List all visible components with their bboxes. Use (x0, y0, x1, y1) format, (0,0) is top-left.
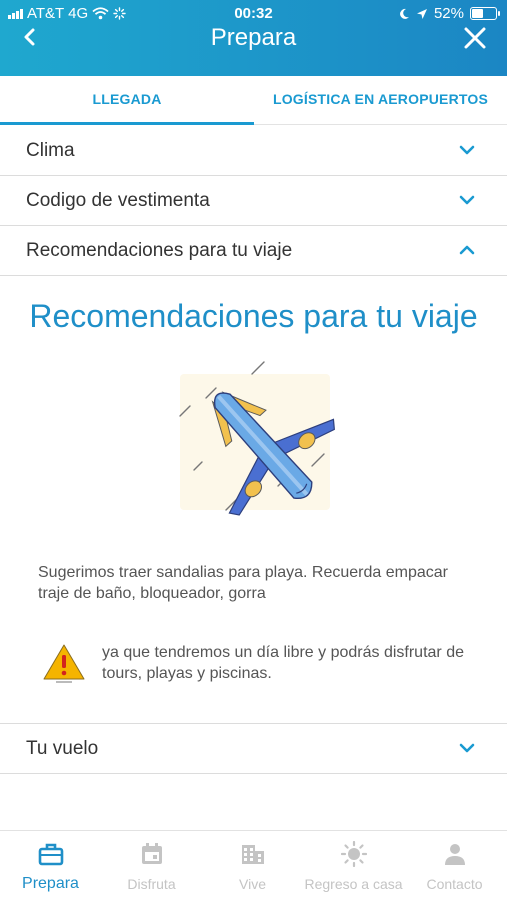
nav-label: Contacto (426, 876, 483, 892)
app-header: AT&T 4G 00:32 52% Prepara (0, 0, 507, 76)
accordion-clima[interactable]: Clima (0, 126, 507, 176)
recommendation-text: Sugerimos traer sandalias para playa. Re… (38, 564, 448, 602)
bottom-nav: Prepara Disfruta Vive Regreso a casa Con… (0, 830, 507, 901)
calendar-icon (142, 843, 162, 864)
location-arrow-icon (416, 8, 427, 19)
nav-vive[interactable]: Vive (202, 831, 303, 901)
section-title: Recomendaciones para tu viaje (29, 298, 478, 334)
accordion-recomendaciones[interactable]: Recomendaciones para tu viaje (0, 226, 507, 276)
tab-llegada[interactable]: LLEGADA (0, 76, 254, 125)
tab-bar: LLEGADA LOGÍSTICA EN AEROPUERTOS (0, 76, 507, 125)
nav-label: Disfruta (127, 876, 176, 892)
chevron-down-icon (459, 743, 475, 753)
accordion-label: Codigo de vestimenta (26, 190, 210, 211)
accordion-vuelo[interactable]: Tu vuelo (0, 723, 507, 774)
briefcase-icon (38, 843, 64, 866)
person-icon (445, 844, 465, 865)
building-icon (242, 845, 264, 864)
moon-icon (400, 8, 409, 19)
battery-percent: 52% (433, 5, 464, 22)
page-title: Prepara (210, 24, 297, 51)
close-icon[interactable] (461, 24, 489, 52)
nav-label: Regreso a casa (304, 876, 403, 892)
warning-icon (43, 644, 85, 683)
chevron-up-icon (459, 245, 475, 255)
accordion-label: Clima (26, 140, 75, 161)
nav-prepara[interactable]: Prepara (0, 831, 101, 901)
accordion-vestimenta[interactable]: Codigo de vestimenta (0, 176, 507, 226)
nav-label: Vive (239, 876, 266, 892)
accordion-label: Recomendaciones para tu viaje (26, 240, 293, 261)
nav-regreso[interactable]: Regreso a casa (303, 831, 404, 901)
sun-icon (341, 841, 367, 867)
airplane-illustration-icon (179, 361, 335, 516)
nav-contacto[interactable]: Contacto (404, 831, 505, 901)
accordion-label: Tu vuelo (26, 738, 99, 759)
chevron-down-icon (459, 145, 475, 155)
battery-icon (470, 7, 500, 20)
nav-label: Prepara (22, 875, 79, 892)
nav-disfruta[interactable]: Disfruta (101, 831, 202, 901)
chevron-down-icon (459, 195, 475, 205)
tab-logistica[interactable]: LOGÍSTICA EN AEROPUERTOS (254, 76, 507, 124)
warning-text: ya que tendremos un día libre y podrás d… (102, 644, 464, 682)
